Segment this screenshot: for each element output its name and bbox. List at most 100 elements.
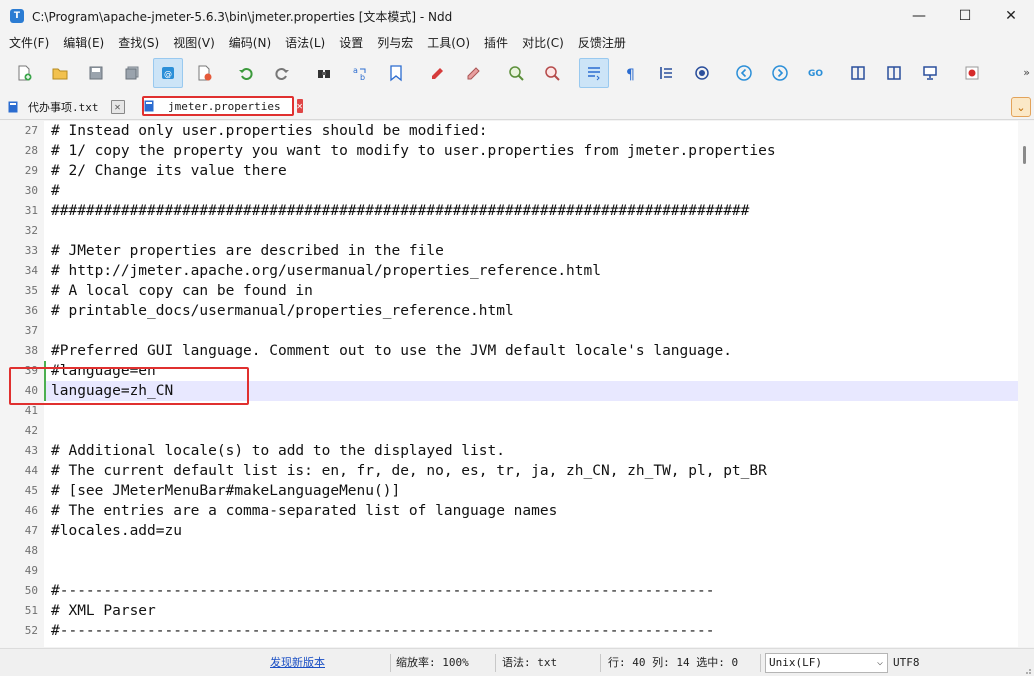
line-number: 37 xyxy=(24,324,38,337)
line-number: 30 xyxy=(24,184,38,197)
menu-compare[interactable]: 对比(C) xyxy=(515,32,571,54)
binoculars-icon[interactable] xyxy=(309,58,339,88)
pilcrow-icon[interactable]: ¶ xyxy=(615,58,645,88)
chevron-down-icon[interactable]: ⌄ xyxy=(1011,97,1031,117)
monitor-icon[interactable] xyxy=(915,58,945,88)
line-number: 52 xyxy=(24,624,38,637)
marker-icon[interactable] xyxy=(423,58,453,88)
menu-tools[interactable]: 工具(O) xyxy=(420,32,477,54)
file-status-icon[interactable]: @ xyxy=(153,58,183,88)
tab-close-icon[interactable]: ✕ xyxy=(110,100,125,114)
nav-forward-icon[interactable] xyxy=(765,58,795,88)
menu-search[interactable]: 查找(S) xyxy=(111,32,166,54)
code-line[interactable]: 47 #locales.add=zu xyxy=(0,521,1018,541)
line-text: # 2/ Change its value there xyxy=(51,163,287,179)
new-file-icon[interactable] xyxy=(9,58,39,88)
word-wrap-icon[interactable] xyxy=(579,58,609,88)
code-line[interactable]: 48 xyxy=(0,541,1018,561)
close-window-button[interactable]: ✕ xyxy=(988,0,1034,32)
cursor-position: 行: 40 列: 14 选中: 0 xyxy=(608,656,739,669)
menu-view[interactable]: 视图(V) xyxy=(166,32,222,54)
redo-icon[interactable] xyxy=(267,58,297,88)
code-line[interactable]: 31 ######################################… xyxy=(0,201,1018,221)
highlight-annotation xyxy=(9,367,249,405)
line-text: # xyxy=(51,183,60,199)
line-text: # A local copy can be found in xyxy=(51,283,313,299)
open-folder-icon[interactable] xyxy=(45,58,75,88)
line-number: 44 xyxy=(24,464,38,477)
menu-plugins[interactable]: 插件 xyxy=(477,32,515,54)
menu-syntax[interactable]: 语法(L) xyxy=(278,32,332,54)
line-text: # Additional locale(s) to add to the dis… xyxy=(51,443,505,459)
maximize-button[interactable]: ☐ xyxy=(942,0,988,32)
bookmark-icon[interactable] xyxy=(381,58,411,88)
split-vertical-icon[interactable] xyxy=(879,58,909,88)
save-all-icon[interactable] xyxy=(117,58,147,88)
code-line[interactable]: 37 xyxy=(0,321,1018,341)
code-line[interactable]: 29 # 2/ Change its value there xyxy=(0,161,1018,181)
tab-todo[interactable]: 代办事项.txt ✕ xyxy=(8,96,132,118)
update-link[interactable]: 发现新版本 xyxy=(270,649,325,676)
line-text: # The current default list is: en, fr, d… xyxy=(51,463,767,479)
record-icon[interactable] xyxy=(957,58,987,88)
code-line[interactable]: 44 # The current default list is: en, fr,… xyxy=(0,461,1018,481)
menu-feedback[interactable]: 反馈注册 xyxy=(571,32,633,54)
eraser-icon[interactable] xyxy=(459,58,489,88)
save-icon[interactable] xyxy=(81,58,111,88)
menu-encoding[interactable]: 编码(N) xyxy=(222,32,278,54)
code-line[interactable]: 27 # Instead only user.properties should … xyxy=(0,121,1018,141)
code-line[interactable]: 28 # 1/ copy the property you want to mod… xyxy=(0,141,1018,161)
target-icon[interactable] xyxy=(687,58,717,88)
menu-column-macro[interactable]: 列与宏 xyxy=(370,32,420,54)
code-line[interactable]: 43 # Additional locale(s) to add to the d… xyxy=(0,441,1018,461)
indent-guide-icon[interactable] xyxy=(651,58,681,88)
code-line[interactable]: 34 # http://jmeter.apache.org/usermanual/… xyxy=(0,261,1018,281)
code-line[interactable]: 49 xyxy=(0,561,1018,581)
line-text: #locales.add=zu xyxy=(51,523,182,539)
code-line[interactable]: 51 # XML Parser xyxy=(0,601,1018,621)
menu-edit[interactable]: 编辑(E) xyxy=(56,32,111,54)
split-horizontal-icon[interactable] xyxy=(843,58,873,88)
tab-close-icon[interactable]: ✕ xyxy=(296,99,303,113)
close-file-icon[interactable] xyxy=(189,58,219,88)
scrollbar-thumb[interactable] xyxy=(1023,146,1026,164)
line-ending-value: Unix(LF) xyxy=(769,656,822,669)
zoom-in-icon[interactable] xyxy=(501,58,531,88)
line-number: 27 xyxy=(24,124,38,137)
code-line[interactable]: 36 # printable_docs/usermanual/properties… xyxy=(0,301,1018,321)
nav-back-icon[interactable] xyxy=(729,58,759,88)
goto-icon[interactable]: GO xyxy=(801,58,831,88)
code-line[interactable]: 52 #-------------------------------------… xyxy=(0,621,1018,641)
line-text: # The entries are a comma-separated list… xyxy=(51,503,558,519)
svg-text:GO: GO xyxy=(808,69,823,79)
status-bar: 发现新版本 缩放率: 100% 语法: txt 行: 40 列: 14 选中: … xyxy=(0,648,1034,676)
code-line[interactable]: 42 xyxy=(0,421,1018,441)
code-line[interactable]: 45 # [see JMeterMenuBar#makeLanguageMenu(… xyxy=(0,481,1018,501)
vertical-scrollbar[interactable] xyxy=(1018,121,1034,647)
app-icon: T xyxy=(10,9,24,23)
zoom-status: 缩放率: 100% xyxy=(396,656,469,669)
code-line[interactable]: 50 #-------------------------------------… xyxy=(0,581,1018,601)
code-line[interactable]: 33 # JMeter properties are described in t… xyxy=(0,241,1018,261)
line-text: # Instead only user.properties should be… xyxy=(51,123,488,139)
toolbar: @ ab ¶ GO » xyxy=(0,54,1034,92)
resize-grip-icon[interactable] xyxy=(1022,664,1032,674)
svg-text:@: @ xyxy=(164,70,172,79)
menu-settings[interactable]: 设置 xyxy=(332,32,370,54)
code-line[interactable]: 32 xyxy=(0,221,1018,241)
menu-file[interactable]: 文件(F) xyxy=(2,32,56,54)
zoom-out-icon[interactable] xyxy=(537,58,567,88)
replace-icon[interactable]: ab xyxy=(345,58,375,88)
tab-label: 代办事项.txt xyxy=(28,101,99,114)
code-line[interactable]: 30 # xyxy=(0,181,1018,201)
line-ending-select[interactable]: Unix(LF) ⌵ xyxy=(765,653,888,673)
line-number: 47 xyxy=(24,524,38,537)
line-text: # XML Parser xyxy=(51,603,156,619)
tab-jmeter-properties[interactable]: jmeter.properties ✕ xyxy=(142,96,303,116)
toolbar-overflow-icon[interactable]: » xyxy=(1023,66,1030,79)
minimize-button[interactable]: — xyxy=(896,0,942,32)
undo-icon[interactable] xyxy=(231,58,261,88)
code-line[interactable]: 35 # A local copy can be found in xyxy=(0,281,1018,301)
code-line[interactable]: 46 # The entries are a comma-separated li… xyxy=(0,501,1018,521)
code-line[interactable]: 38 #Preferred GUI language. Comment out t… xyxy=(0,341,1018,361)
